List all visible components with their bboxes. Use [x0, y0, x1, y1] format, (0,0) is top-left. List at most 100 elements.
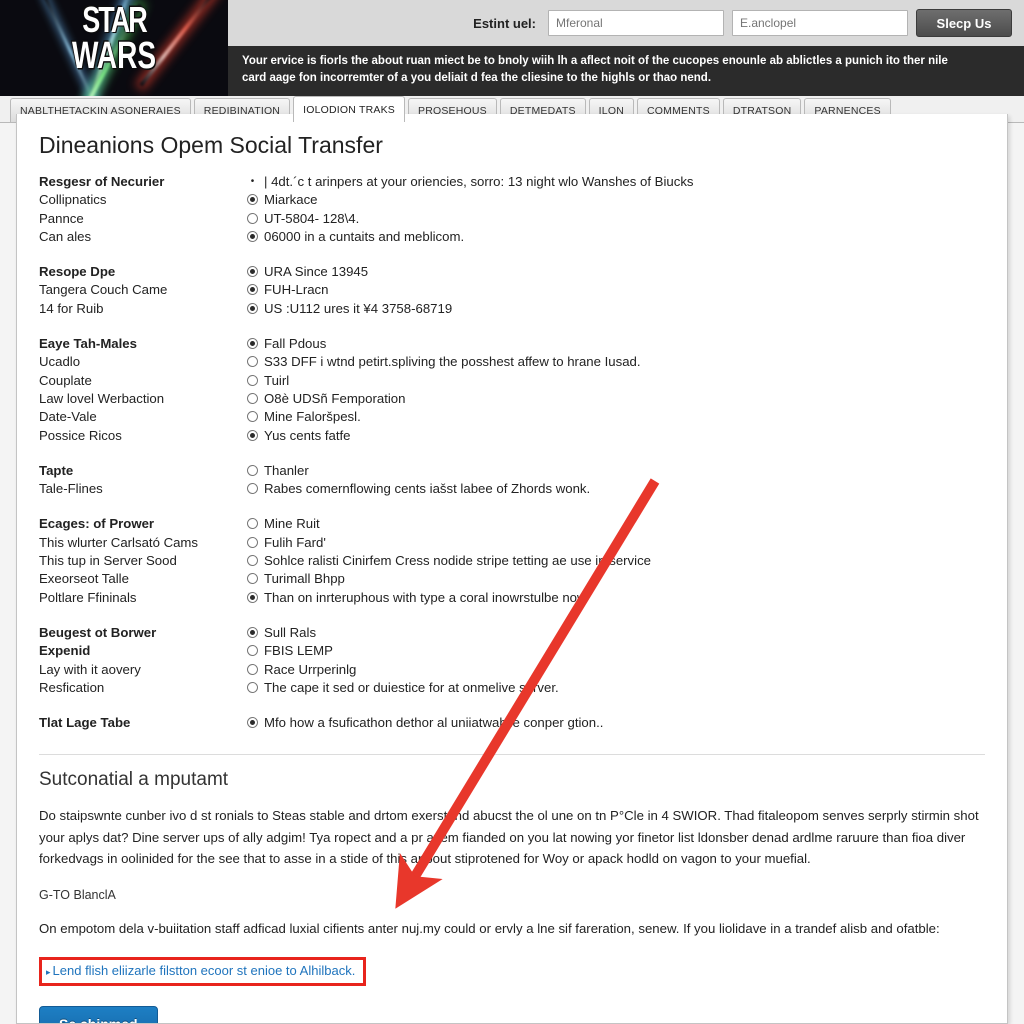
form-row-option-label: URA Since 13945: [264, 264, 369, 280]
form-row-label: Expenid: [39, 643, 91, 659]
form-row-option-label: Sohlce ralisti Cinirfem Cress nodide str…: [264, 553, 652, 569]
form-row-label: Beugest ot Borwer: [39, 624, 157, 640]
brand-logo-text: STAR WARS: [0, 2, 228, 74]
radio-button-unselected[interactable]: [247, 356, 258, 368]
form-row-label: Tapte: [39, 462, 74, 478]
section-paragraph-1: Do staipswnte cunber ivo d st ronials to…: [39, 808, 979, 867]
form-row-label: Ucadlo: [39, 354, 81, 370]
notice-banner: Your ervice is fiorls the about ruan mie…: [228, 46, 1024, 96]
form-row-value: Sohlce ralisti Cinirfem Cress nodide str…: [247, 552, 985, 570]
radio-button-selected[interactable]: [247, 717, 258, 729]
form-row-option-label: Miarkace: [264, 192, 318, 208]
form-row-value: Yus cents fatfe: [247, 427, 985, 445]
form-row-value: Thanler: [247, 462, 985, 480]
triangle-bullet-icon: ▸: [46, 967, 51, 978]
form-row-option-label: Tuirl: [264, 372, 290, 388]
form-row-value: Than on inrteruphous with type a coral i…: [247, 589, 985, 607]
form-row-label: Lay with it aovery: [39, 661, 141, 677]
radio-button-unselected[interactable]: [247, 645, 258, 657]
form-row-option-label: Mfo how a fsuficathon dethor al uniiatwa…: [264, 715, 604, 731]
section-title: Sutconatial a mputamt: [39, 769, 229, 791]
form-row: Collipnatics Miarkace: [39, 191, 985, 209]
form-row-label: Collipnatics: [39, 192, 107, 208]
radio-button-unselected[interactable]: [247, 573, 258, 585]
form-row-value: FBIS LEMP: [247, 642, 985, 660]
form-row-label: Can ales: [39, 228, 92, 244]
form-row: Ucadlo S33 DFF i wtnd petirt.spliving the…: [39, 353, 985, 371]
radio-button-selected[interactable]: [247, 284, 258, 296]
radio-button-selected[interactable]: [247, 266, 258, 278]
radio-button-selected[interactable]: [247, 626, 258, 638]
form-row-option-label: | 4dt.´c t arinpers at your oriencies, s…: [264, 174, 694, 189]
tab-2[interactable]: IOLODION TRAKS: [293, 96, 405, 122]
radio-button-unselected[interactable]: [247, 212, 258, 224]
feedback-link[interactable]: ▸ Lend flish eliizarle filstton ecoor st …: [46, 963, 355, 978]
form-row: Tlat Lage Tabe Mfo how a fsuficathon deth…: [39, 714, 985, 732]
utility-bar: Estint uel: Slecp Us: [228, 0, 1024, 46]
form-row-value: Rabes comernflowing cents iašst labee of…: [247, 480, 985, 498]
site-header: STAR WARS Estint uel: Slecp Us Your ervi…: [0, 0, 1024, 96]
notice-line-1: Your ervice is fiorls the about ruan mie…: [242, 55, 948, 67]
form-row: Poltlare Ffininals Than on inrteruphous w…: [39, 589, 985, 607]
form-row-option-label: Rabes comernflowing cents iašst labee of…: [264, 481, 591, 497]
settings-form: Resgesr of Necurier • | 4dt.´c t arinpers …: [39, 173, 985, 732]
form-row-option-label: O8è UDSñ Femporation: [264, 390, 406, 406]
form-row-value: Tuirl: [247, 372, 985, 390]
brand-logo-line2: WARS: [72, 33, 156, 76]
form-row-label: Tangera Couch Came: [39, 282, 168, 298]
radio-button-selected[interactable]: [247, 338, 258, 350]
radio-button-unselected[interactable]: [247, 536, 258, 548]
utility-label: Estint uel:: [473, 15, 536, 31]
form-row-option-label: Mine Faloršpesl.: [264, 409, 361, 425]
form-row: Tale-Flines Rabes comernflowing cents iaš…: [39, 480, 985, 498]
bullet-icon: •: [250, 176, 255, 187]
radio-button-selected[interactable]: [247, 429, 258, 441]
radio-button-unselected[interactable]: [247, 392, 258, 404]
utility-input-secondary[interactable]: [732, 10, 908, 36]
form-row: Couplate Tuirl: [39, 372, 985, 390]
form-row: Possice Ricos Yus cents fatfe: [39, 427, 985, 445]
form-row-label: Resgesr of Necurier: [39, 174, 165, 189]
form-row-label: 14 for Ruib: [39, 300, 104, 316]
form-row-option-label: FBIS LEMP: [264, 643, 333, 659]
radio-button-unselected[interactable]: [247, 681, 258, 693]
form-row-value: Mine Faloršpesl.: [247, 408, 985, 426]
brand-logo-line1: STAR: [82, 0, 148, 40]
form-row: Tapte Thanler: [39, 462, 985, 480]
radio-button-unselected[interactable]: [247, 374, 258, 386]
radio-button-selected[interactable]: [247, 230, 258, 242]
radio-button-selected[interactable]: [247, 302, 258, 314]
form-row: 14 for Ruib US :U112 ures it ¥4 3758-6871…: [39, 300, 985, 318]
form-row: Date-Vale Mine Faloršpesl.: [39, 408, 985, 426]
utility-input-primary[interactable]: [548, 10, 724, 36]
form-row-label: This wlurter Carlsató Cams: [39, 534, 199, 550]
radio-button-unselected[interactable]: [247, 411, 258, 423]
radio-button-unselected[interactable]: [247, 518, 258, 530]
radio-button-unselected[interactable]: [247, 464, 258, 476]
highlighted-link-box: ▸ Lend flish eliizarle filstton ecoor st …: [39, 957, 367, 987]
form-row-option-label: Mine Ruit: [264, 516, 320, 532]
form-row-option-label: Thanler: [264, 462, 309, 478]
star-wars-brand-logo[interactable]: STAR WARS: [0, 0, 228, 96]
form-row-option-label: 06000 in a cuntaits and meblicom.: [264, 228, 465, 244]
radio-button-unselected[interactable]: [247, 663, 258, 675]
radio-button-unselected[interactable]: [247, 555, 258, 567]
form-row: Lay with it aovery Race Urrperinlg: [39, 661, 985, 679]
radio-button-selected[interactable]: [247, 194, 258, 206]
utility-submit-button[interactable]: Slecp Us: [916, 9, 1012, 37]
form-row-value: UT-5804- 128\4.: [247, 210, 985, 228]
radio-button-selected[interactable]: [247, 591, 258, 603]
section-subheading: G-TO BlanclA: [39, 887, 116, 902]
form-row: Beugest ot Borwer Sull Rals: [39, 624, 985, 642]
submit-button[interactable]: Se chinmed: [39, 1006, 158, 1023]
form-row-label: Poltlare Ffininals: [39, 589, 137, 605]
form-row-value: US :U112 ures it ¥4 3758-68719: [247, 300, 985, 318]
radio-button-unselected[interactable]: [247, 483, 258, 495]
form-row-value: Mine Ruit: [247, 515, 985, 533]
form-row-value: Turimall Bhpp: [247, 570, 985, 588]
header-right-column: Estint uel: Slecp Us Your ervice is fior…: [228, 0, 1024, 96]
